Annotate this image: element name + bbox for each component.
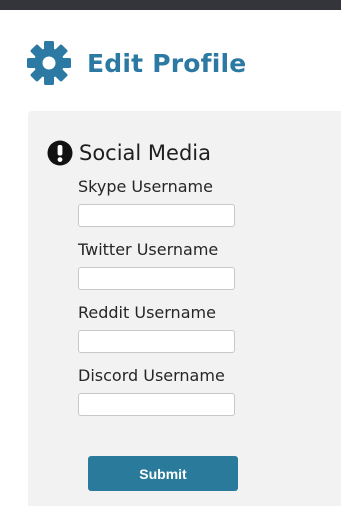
top-bar: [0, 0, 341, 10]
reddit-username-label: Reddit Username: [78, 303, 216, 322]
section-title: Social Media: [79, 141, 212, 165]
submit-button[interactable]: Submit: [88, 456, 238, 491]
skype-username-input[interactable]: [78, 204, 235, 227]
gear-icon: [27, 41, 71, 85]
discord-username-label: Discord Username: [78, 366, 225, 385]
page-title: Edit Profile: [87, 48, 247, 78]
page-header: Edit Profile: [26, 40, 246, 86]
twitter-username-input[interactable]: [78, 267, 235, 290]
reddit-username-input[interactable]: [78, 330, 235, 353]
exclamation-circle-icon: [47, 140, 73, 166]
section-header: Social Media: [47, 139, 211, 167]
skype-username-label: Skype Username: [78, 177, 213, 196]
twitter-username-label: Twitter Username: [78, 240, 219, 259]
discord-username-input[interactable]: [78, 393, 235, 416]
